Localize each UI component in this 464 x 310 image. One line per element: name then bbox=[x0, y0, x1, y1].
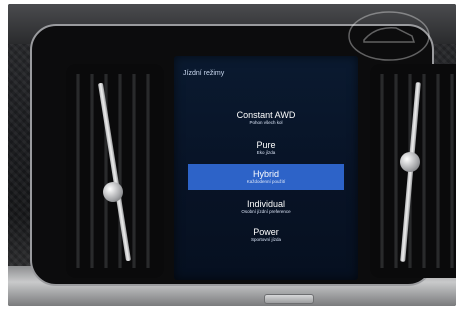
mode-name: Individual bbox=[246, 199, 286, 209]
mode-name: Power bbox=[253, 227, 279, 237]
mode-subtitle: Každodenní použití bbox=[246, 179, 286, 184]
vent-slat bbox=[76, 74, 80, 268]
vent-adjuster-bar[interactable] bbox=[97, 82, 132, 262]
screen-title: Jízdní režimy bbox=[183, 70, 225, 77]
infotainment-screen: Jízdní režimy Constant AWD Pohon všech k… bbox=[174, 56, 358, 280]
mode-name: Constant AWD bbox=[236, 110, 296, 120]
drive-mode-hybrid[interactable]: Hybrid Každodenní použití bbox=[188, 164, 344, 190]
drive-mode-power[interactable]: Power Sportovní jízda bbox=[174, 222, 358, 246]
mode-name: Hybrid bbox=[252, 169, 279, 179]
mode-name: Pure bbox=[256, 140, 276, 150]
mode-subtitle: Sportovní jízda bbox=[250, 237, 282, 242]
mode-subtitle: Eko jízda bbox=[256, 150, 276, 155]
vent-slat bbox=[90, 74, 94, 268]
drive-mode-pure[interactable]: Pure Eko jízda bbox=[174, 136, 358, 160]
car-dashboard-photo: Jízdní režimy Constant AWD Pohon všech k… bbox=[8, 4, 456, 306]
drive-mode-individual[interactable]: Individual Osobní jízdní preference bbox=[174, 194, 358, 218]
mode-subtitle: Osobní jízdní preference bbox=[241, 209, 291, 214]
vent-slat bbox=[146, 74, 150, 268]
watermark-logo bbox=[348, 11, 430, 61]
vent-slat bbox=[422, 74, 426, 268]
drive-mode-constant-awd[interactable]: Constant AWD Pohon všech kol bbox=[174, 108, 358, 132]
vent-slat bbox=[380, 74, 384, 268]
home-button[interactable] bbox=[264, 294, 314, 304]
vent-knob[interactable] bbox=[103, 182, 123, 202]
vent-knob[interactable] bbox=[400, 152, 420, 172]
vent-slat bbox=[436, 74, 440, 268]
vent-slat bbox=[118, 74, 122, 268]
vent-slat bbox=[450, 74, 454, 268]
right-air-vent bbox=[370, 64, 456, 278]
mode-subtitle: Pohon všech kol bbox=[249, 120, 283, 125]
left-air-vent bbox=[66, 64, 164, 278]
vent-slat bbox=[394, 74, 398, 268]
drive-mode-list: Constant AWD Pohon všech kol Pure Eko jí… bbox=[174, 108, 358, 246]
vent-slat bbox=[132, 74, 136, 268]
